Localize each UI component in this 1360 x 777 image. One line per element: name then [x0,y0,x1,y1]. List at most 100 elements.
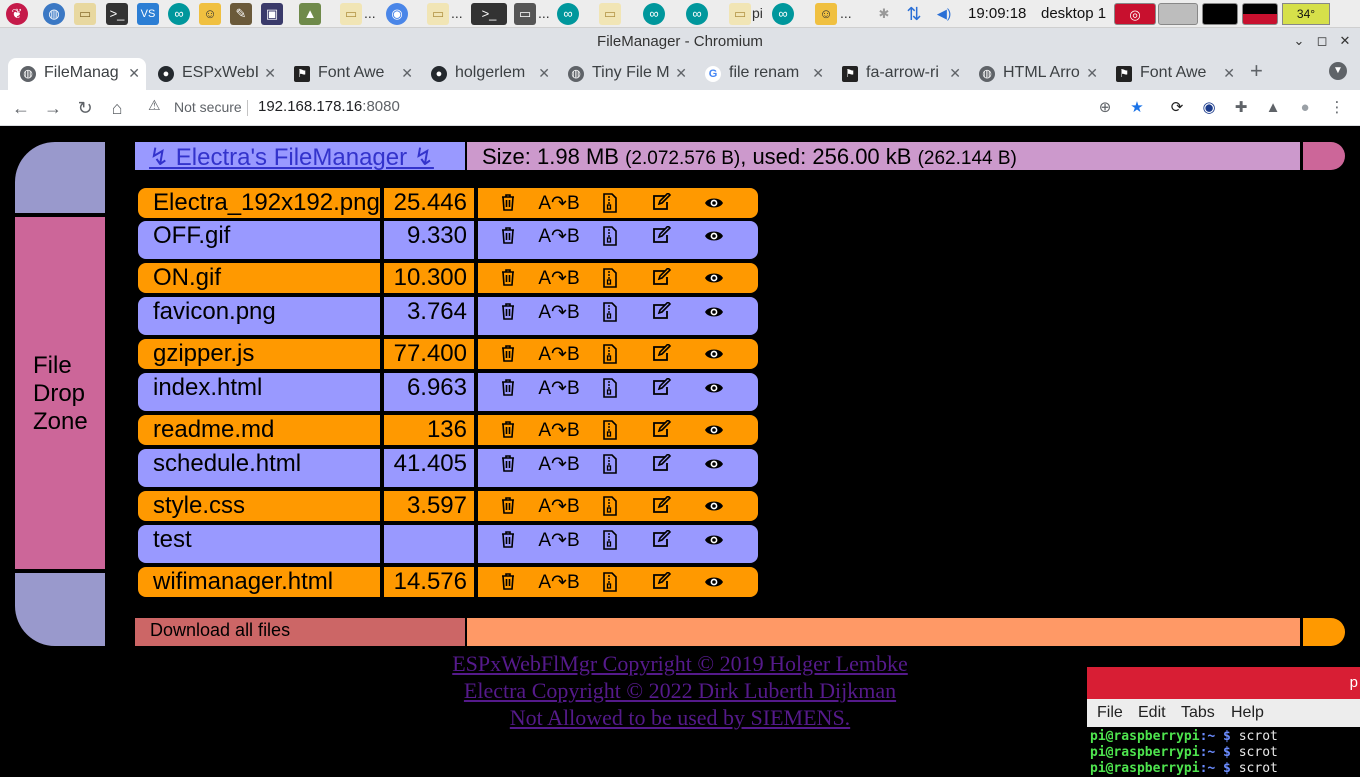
trash-icon[interactable] [498,226,518,248]
eye-icon[interactable] [704,378,724,400]
not-secure-label[interactable]: Not secure [174,99,242,115]
zoom-icon[interactable]: ⊕ [1094,97,1116,119]
folder-icon[interactable]: ▭ [340,3,362,25]
eye-icon[interactable] [704,226,724,248]
file-name[interactable]: OFF.gif [138,221,380,259]
chromium-icon[interactable]: ◉ [386,3,408,25]
arduino-icon[interactable]: ∞ [557,3,579,25]
close-tab-icon[interactable]: ✕ [1223,58,1235,88]
minimize-icon[interactable]: ⌄ [1290,32,1308,50]
monitor-icon[interactable]: ▭ [514,3,536,25]
trash-icon[interactable] [498,420,518,442]
file-zipper-icon[interactable] [600,530,620,552]
network-icon[interactable]: ⇅ [903,3,925,25]
vscode-icon[interactable]: VS [137,3,159,25]
bookmark-star-icon[interactable]: ★ [1126,97,1148,119]
rename-button[interactable]: A↷B [536,530,582,552]
reload-icon[interactable]: ↻ [74,97,96,119]
file-zipper-icon[interactable] [600,302,620,324]
close-tab-icon[interactable]: ✕ [538,58,550,88]
rename-button[interactable]: A↷B [536,496,582,518]
volume-icon[interactable]: ◀) [933,3,955,25]
tab-tiny-file-manager[interactable]: ◍ Tiny File M ✕ [556,58,693,90]
image-viewer-icon[interactable]: ▲ [299,3,321,25]
eye-icon[interactable] [704,268,724,290]
tab-file-rename-search[interactable]: G file renam ✕ [693,58,830,90]
close-tab-icon[interactable]: ✕ [1086,58,1098,88]
file-name[interactable]: wifimanager.html [138,567,380,597]
terminal-window-icon[interactable]: >_ [471,3,507,25]
edit-icon[interactable] [652,342,672,366]
close-tab-icon[interactable]: ✕ [264,58,276,88]
url-text[interactable]: 192.168.178.16:8080 [258,98,400,115]
file-zipper-icon[interactable] [600,226,620,248]
edit-icon[interactable] [652,570,672,594]
tab-html-arrows[interactable]: ◍ HTML Arro ✕ [967,58,1104,90]
clock[interactable]: 19:09:18 [968,5,1026,22]
gimp-icon[interactable]: ✎ [230,3,252,25]
labs-flask-icon[interactable]: ▲ [1262,97,1284,119]
terminal-titlebar[interactable]: p [1087,667,1360,699]
warning-icon[interactable]: ⚠ [148,97,161,114]
tab-font-awesome-2[interactable]: ⚑ Font Awe ✕ [1104,58,1241,90]
file-zipper-icon[interactable] [600,344,620,366]
edit-icon[interactable] [652,452,672,476]
file-zipper-icon[interactable] [600,268,620,290]
web-browser-icon[interactable]: ◍ [43,3,65,25]
folder-icon[interactable]: ▭ [599,3,621,25]
file-name[interactable]: favicon.png [138,297,380,335]
file-manager-icon[interactable]: ▭ [74,3,96,25]
sync-extension-icon[interactable]: ⟳ [1166,97,1188,119]
rename-button[interactable]: A↷B [536,420,582,442]
edit-icon[interactable] [652,494,672,518]
trash-icon[interactable] [498,302,518,324]
rename-button[interactable]: A↷B [536,268,582,290]
file-name[interactable]: Electra_192x192.png [138,188,380,218]
trash-icon[interactable] [498,572,518,594]
terminal-icon[interactable]: >_ [106,3,128,25]
trash-icon[interactable] [498,344,518,366]
file-zipper-icon[interactable] [600,454,620,476]
arduino-icon[interactable]: ∞ [168,3,190,25]
file-zipper-icon[interactable] [600,496,620,518]
rename-button[interactable]: A↷B [536,454,582,476]
edit-icon[interactable] [652,376,672,400]
close-icon[interactable]: ✕ [1336,32,1354,50]
arduino-icon[interactable]: ∞ [686,3,708,25]
file-zipper-icon[interactable] [600,378,620,400]
edit-icon[interactable] [652,300,672,324]
eye-icon[interactable] [704,302,724,324]
edit-icon[interactable] [652,191,672,215]
close-tab-icon[interactable]: ✕ [401,58,413,88]
eye-icon[interactable] [704,454,724,476]
forward-icon[interactable]: → [42,97,64,119]
close-tab-icon[interactable]: ✕ [949,58,961,88]
python-idle-icon[interactable]: ☺ [815,3,837,25]
folder-icon[interactable]: ▭ [729,3,751,25]
file-name[interactable]: index.html [138,373,380,411]
file-zipper-icon[interactable] [600,193,620,215]
terminal-menu-tabs[interactable]: Tabs [1181,704,1215,722]
eye-icon[interactable] [704,420,724,442]
terminal-menu-help[interactable]: Help [1231,704,1264,722]
folder-icon[interactable]: ▭ [427,3,449,25]
file-name[interactable]: gzipper.js [138,339,380,369]
home-icon[interactable]: ⌂ [106,97,128,119]
edit-icon[interactable] [652,418,672,442]
trash-icon[interactable] [498,268,518,290]
terminal-output[interactable]: pi@raspberrypi:~ $ scrot pi@raspberrypi:~… [1090,729,1278,777]
file-name[interactable]: test [138,525,380,563]
profile-avatar-icon[interactable]: ● [1294,97,1316,119]
page-title-link[interactable]: ↯ Electra's FileManager ↯ [149,143,434,172]
screenshot-tool-icon[interactable]: ▣ [261,3,283,25]
new-tab-icon[interactable]: + [1250,58,1263,84]
rename-button[interactable]: A↷B [536,193,582,215]
tab-espxwebflmgr[interactable]: ● ESPxWebI ✕ [146,58,282,90]
raspberry-menu-icon[interactable]: ❦ [6,3,28,25]
arduino-icon[interactable]: ∞ [772,3,794,25]
rename-button[interactable]: A↷B [536,572,582,594]
terminal-menu-file[interactable]: File [1097,704,1123,722]
edit-icon[interactable] [652,224,672,248]
bluetooth-icon[interactable]: ✱ [873,3,895,25]
tab-search-icon[interactable]: ▼ [1329,62,1347,80]
